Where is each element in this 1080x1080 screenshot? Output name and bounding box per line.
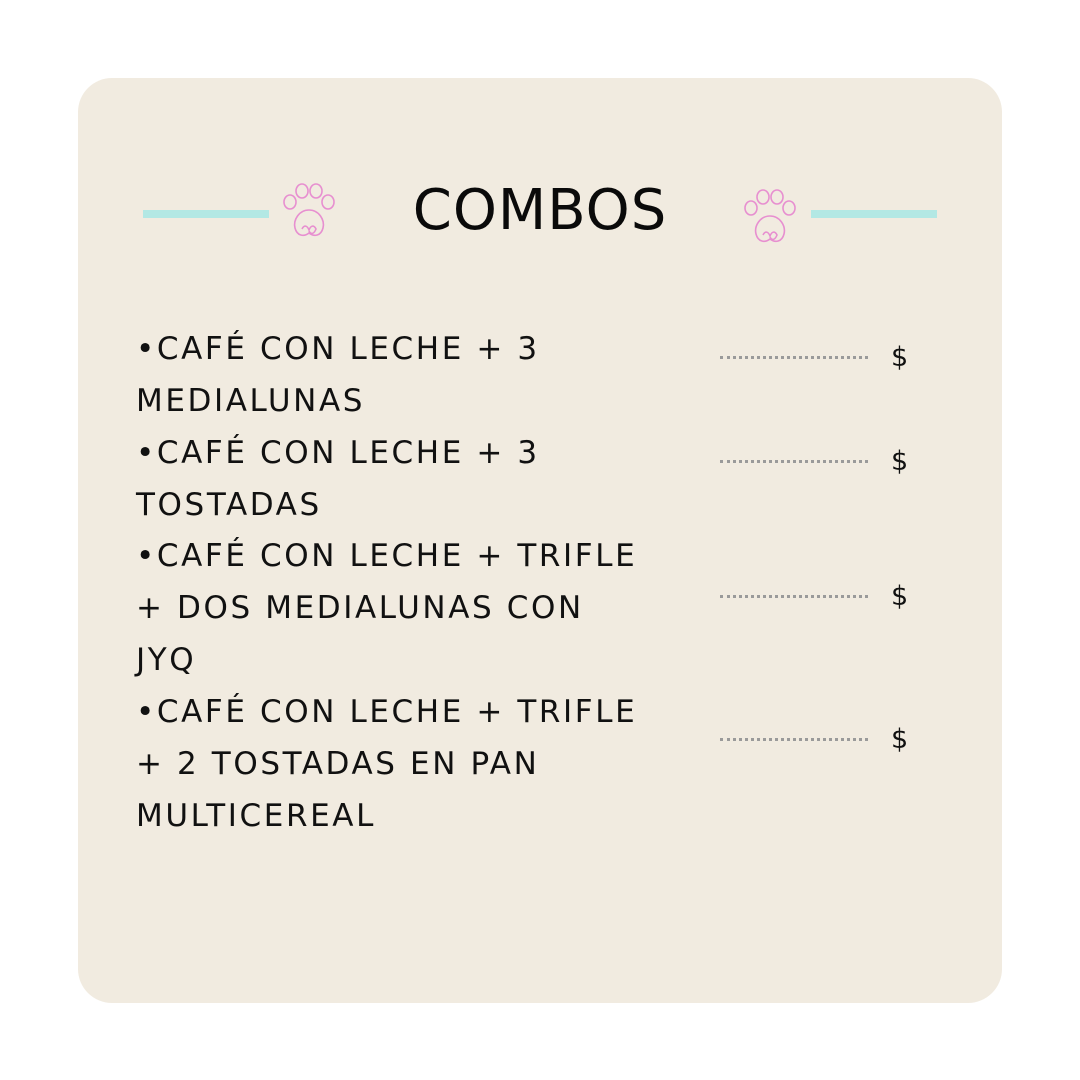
- menu-item-text: •CAFÉ CON LECHE + TRIFLE + DOS MEDIALUNA…: [136, 538, 638, 678]
- menu-item-price: $: [891, 446, 909, 477]
- menu-item-price: $: [891, 724, 909, 755]
- menu-item-text: •CAFÉ CON LECHE + TRIFLE + 2 TOSTADAS EN…: [136, 694, 638, 834]
- dot-leader: [720, 738, 868, 741]
- dot-leader: [720, 356, 868, 359]
- menu-item-text: •CAFÉ CON LECHE + 3 MEDIALUNAS: [136, 331, 540, 419]
- menu-item-price: $: [891, 342, 909, 373]
- dot-leader: [720, 460, 868, 463]
- menu-item-price: $: [891, 581, 909, 612]
- menu-item-text: •CAFÉ CON LECHE + 3 TOSTADAS: [136, 435, 540, 523]
- dot-leader: [720, 595, 868, 598]
